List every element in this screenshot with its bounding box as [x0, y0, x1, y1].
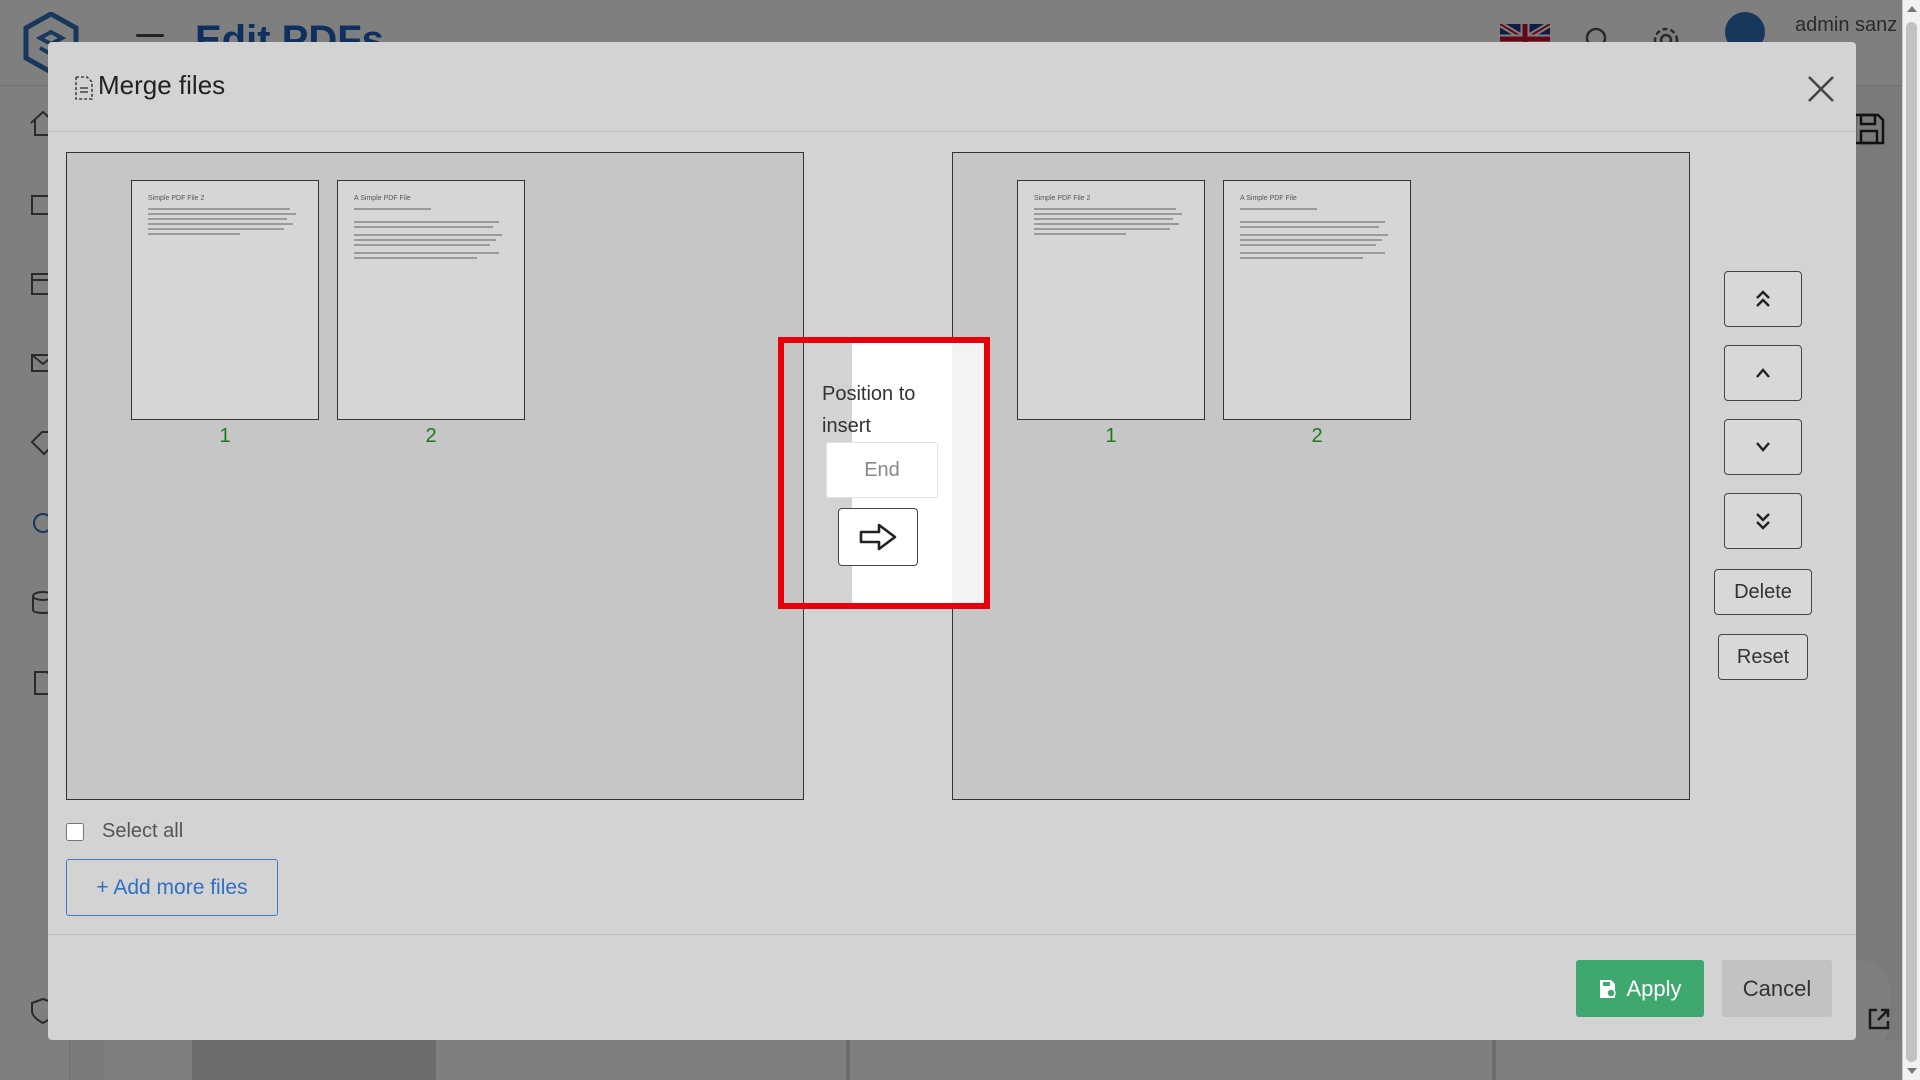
- cancel-button[interactable]: Cancel: [1722, 960, 1832, 1017]
- double-chevron-up-icon: [1756, 290, 1770, 307]
- modal-header: Merge files: [48, 42, 1856, 132]
- source-pages-pane[interactable]: Simple PDF File 2 1 A Simple PDF File 2: [66, 152, 804, 800]
- delete-button[interactable]: Delete: [1714, 569, 1812, 615]
- thumbnail-heading: A Simple PDF File: [1240, 195, 1297, 202]
- select-all-checkbox[interactable]: [66, 822, 84, 841]
- merge-files-modal: Merge files Simple PDF File 2 1 A Simple…: [48, 42, 1856, 1040]
- page-number: 1: [219, 425, 231, 447]
- apply-label: Apply: [1626, 975, 1682, 1001]
- doc-icon: [75, 76, 93, 100]
- chevron-down-icon: [1756, 442, 1770, 452]
- page-scrollbar[interactable]: [1902, 0, 1920, 1080]
- close-icon[interactable]: [1804, 72, 1838, 106]
- thumbnail-heading: A Simple PDF File: [354, 195, 411, 202]
- add-more-files-button[interactable]: + Add more files: [66, 859, 278, 916]
- select-all[interactable]: Select all: [66, 820, 183, 843]
- merged-pages-pane[interactable]: Simple PDF File 2 1 A Simple PDF File 2: [952, 152, 1690, 800]
- select-all-label: Select all: [102, 820, 184, 842]
- save-file-icon: [1600, 979, 1617, 998]
- page-thumbnail[interactable]: Simple PDF File 2: [1017, 180, 1205, 420]
- modal-title: Merge files: [98, 70, 226, 100]
- move-down-button[interactable]: [1724, 419, 1802, 475]
- highlight-box: [778, 337, 990, 609]
- chevron-up-icon: [1756, 368, 1770, 378]
- thumbnail-heading: Simple PDF File 2: [1034, 195, 1091, 202]
- double-chevron-down-icon: [1756, 513, 1770, 530]
- page-number: 2: [1311, 425, 1323, 447]
- page-number: 1: [1105, 425, 1117, 447]
- page-thumbnail[interactable]: A Simple PDF File: [1223, 180, 1411, 420]
- page-thumbnail[interactable]: Simple PDF File 2: [131, 180, 319, 420]
- move-to-top-button[interactable]: [1724, 271, 1802, 327]
- page-number: 2: [425, 425, 437, 447]
- move-to-bottom-button[interactable]: [1724, 493, 1802, 549]
- reset-button[interactable]: Reset: [1718, 634, 1808, 680]
- apply-button[interactable]: Apply: [1576, 960, 1704, 1017]
- footer-divider: [48, 934, 1856, 935]
- move-up-button[interactable]: [1724, 345, 1802, 401]
- page-thumbnail[interactable]: A Simple PDF File: [337, 180, 525, 420]
- thumbnail-heading: Simple PDF File 2: [148, 195, 205, 202]
